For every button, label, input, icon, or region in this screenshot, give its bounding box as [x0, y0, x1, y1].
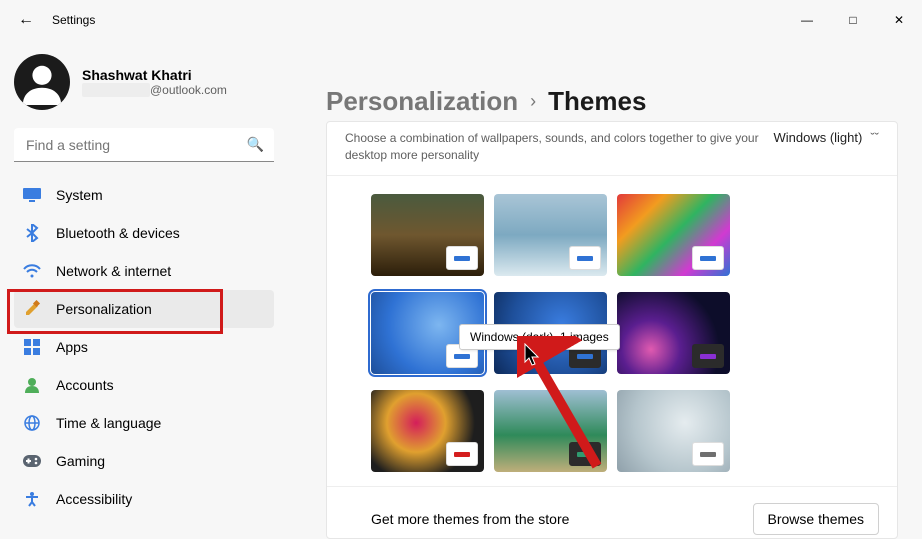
- profile-email: xxxxxxxxxxx@outlook.com: [82, 83, 227, 97]
- app-title: Settings: [52, 13, 95, 27]
- minimize-button[interactable]: ―: [784, 4, 830, 36]
- theme-thumb-10[interactable]: [617, 390, 730, 472]
- current-theme-name: Windows (light): [773, 130, 862, 145]
- theme-thumb-1[interactable]: [494, 194, 607, 276]
- accent-chip: [692, 246, 724, 270]
- accent-chip: [692, 344, 724, 368]
- search-icon: 🔍: [247, 136, 264, 153]
- sidebar-item-label: Personalization: [56, 301, 152, 317]
- sidebar-item-label: Time & language: [56, 415, 161, 431]
- breadcrumb-parent[interactable]: Personalization: [326, 86, 518, 117]
- close-button[interactable]: ✕: [876, 4, 922, 36]
- theme-thumb-2[interactable]: [617, 194, 730, 276]
- sidebar-item-label: Bluetooth & devices: [56, 225, 180, 241]
- accent-chip: [569, 246, 601, 270]
- breadcrumb: Personalization › Themes: [326, 84, 898, 119]
- breadcrumb-current: Themes: [548, 86, 646, 117]
- wifi-icon: [22, 261, 42, 281]
- profile-name: Shashwat Khatri: [82, 67, 227, 83]
- apps-icon: [22, 337, 42, 357]
- accent-chip: [446, 246, 478, 270]
- back-button[interactable]: ←: [12, 6, 40, 34]
- theme-thumb-5[interactable]: [494, 292, 607, 374]
- sidebar-item-bluetooth[interactable]: Bluetooth & devices: [14, 214, 274, 252]
- access-icon: [22, 489, 42, 509]
- browse-themes-button[interactable]: Browse themes: [753, 503, 879, 535]
- sidebar-item-globe[interactable]: Time & language: [14, 404, 274, 442]
- cursor-icon: [524, 343, 542, 372]
- sidebar-item-label: Network & internet: [56, 263, 171, 279]
- sidebar-item-access[interactable]: Accessibility: [14, 480, 274, 518]
- sidebar-item-label: Accounts: [56, 377, 114, 393]
- sidebar-item-brush[interactable]: Personalization: [14, 290, 274, 328]
- sidebar-item-apps[interactable]: Apps: [14, 328, 274, 366]
- sidebar-item-label: Gaming: [56, 453, 105, 469]
- theme-thumb-4[interactable]: [371, 292, 484, 374]
- sidebar-item-label: Apps: [56, 339, 88, 355]
- chevron-down-icon[interactable]: ˇˇ: [870, 130, 879, 145]
- accent-chip: [569, 442, 601, 466]
- maximize-button[interactable]: □: [830, 4, 876, 36]
- themes-card: Choose a combination of wallpapers, soun…: [326, 121, 898, 539]
- avatar: [14, 54, 70, 110]
- theme-thumb-8[interactable]: [371, 390, 484, 472]
- accent-chip: [446, 344, 478, 368]
- sidebar-item-system[interactable]: System: [14, 176, 274, 214]
- store-text: Get more themes from the store: [371, 511, 753, 527]
- sidebar-item-wifi[interactable]: Network & internet: [14, 252, 274, 290]
- accent-chip: [446, 442, 478, 466]
- sidebar-item-label: Accessibility: [56, 491, 132, 507]
- system-icon: [22, 185, 42, 205]
- accent-chip: [692, 442, 724, 466]
- card-description: Choose a combination of wallpapers, soun…: [345, 130, 773, 164]
- theme-thumb-6[interactable]: [617, 292, 730, 374]
- bluetooth-icon: [22, 223, 42, 243]
- search-input[interactable]: [14, 128, 274, 162]
- account-icon: [22, 375, 42, 395]
- accent-chip: [569, 344, 601, 368]
- theme-thumb-0[interactable]: [371, 194, 484, 276]
- gaming-icon: [22, 451, 42, 471]
- chevron-right-icon: ›: [530, 91, 536, 112]
- theme-thumb-9[interactable]: [494, 390, 607, 472]
- sidebar-item-label: System: [56, 187, 103, 203]
- profile-section[interactable]: Shashwat Khatri xxxxxxxxxxx@outlook.com: [14, 54, 274, 110]
- brush-icon: [22, 299, 42, 319]
- sidebar-item-account[interactable]: Accounts: [14, 366, 274, 404]
- sidebar-item-gaming[interactable]: Gaming: [14, 442, 274, 480]
- globe-icon: [22, 413, 42, 433]
